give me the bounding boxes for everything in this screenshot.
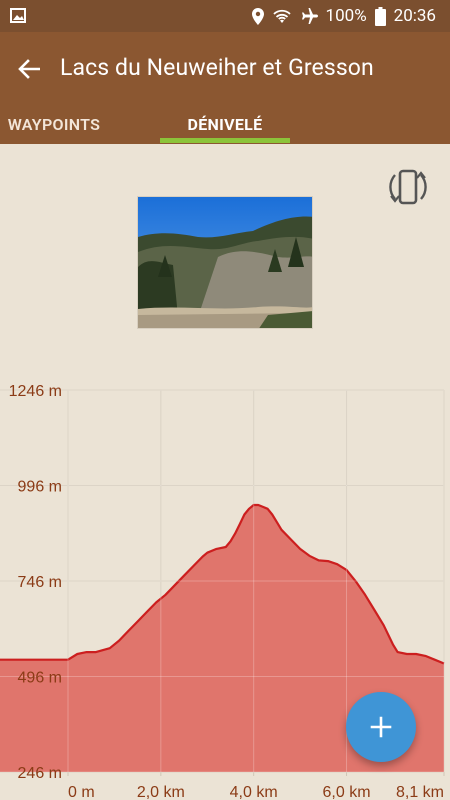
location-icon — [251, 7, 264, 25]
x-tick-label: 8,1 km — [396, 784, 444, 800]
tab-waypoints[interactable]: WAYPOINTS — [0, 104, 108, 144]
wifi-icon — [272, 8, 292, 24]
y-tick-label: 496 m — [18, 670, 62, 687]
x-tick-label: 0 m — [68, 784, 95, 800]
airplane-icon — [300, 7, 318, 25]
rotate-screen-button[interactable] — [386, 168, 430, 206]
add-button[interactable] — [346, 692, 416, 762]
y-tick-label: 996 m — [18, 479, 62, 496]
app-bar: Lacs du Neuweiher et Gresson — [0, 32, 450, 104]
x-tick-label: 4,0 km — [230, 784, 278, 800]
x-tick-label: 6,0 km — [323, 784, 371, 800]
y-tick-label: 246 m — [18, 765, 62, 782]
screen-rotation-icon — [389, 169, 427, 205]
clock: 20:36 — [393, 6, 436, 26]
forest-lake-photo[interactable] — [137, 196, 313, 329]
back-button[interactable] — [14, 54, 44, 84]
gallery-icon — [10, 8, 26, 23]
y-tick-label: 1246 m — [9, 383, 62, 400]
plus-icon — [370, 716, 392, 738]
x-tick-label: 2,0 km — [137, 784, 185, 800]
battery-icon — [374, 6, 386, 26]
status-bar: 100% 20:36 — [0, 0, 450, 32]
arrow-left-icon — [18, 59, 40, 79]
page-title: Lacs du Neuweiher et Gresson — [60, 54, 374, 81]
tab-indicator — [160, 138, 290, 143]
y-tick-label: 746 m — [18, 574, 62, 591]
battery-text: 100% — [325, 6, 367, 26]
